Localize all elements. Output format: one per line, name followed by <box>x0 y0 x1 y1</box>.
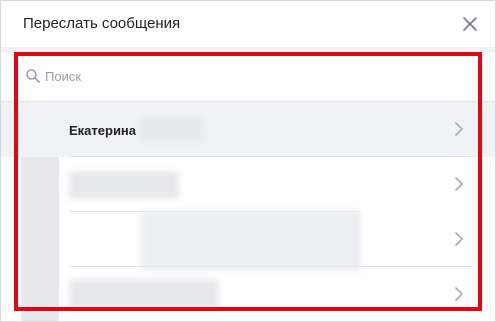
dialog-title: Переслать сообщения <box>23 15 181 32</box>
blurred-contact <box>69 279 219 309</box>
search-icon <box>26 69 40 83</box>
list-item[interactable] <box>1 267 495 321</box>
list-item[interactable] <box>1 212 495 267</box>
list-item[interactable]: Екатерина <box>1 102 495 157</box>
chevron-right-icon <box>455 287 463 301</box>
dialog-header: Переслать сообщения <box>1 1 495 47</box>
chevron-right-icon <box>455 232 463 246</box>
list-item[interactable] <box>1 157 495 212</box>
forward-messages-dialog: Переслать сообщения Екатерина <box>0 0 496 322</box>
chevron-right-icon <box>455 177 463 191</box>
close-button[interactable] <box>460 14 480 34</box>
contact-name: Екатерина <box>69 123 137 138</box>
blurred-surname <box>139 118 203 142</box>
search-input[interactable] <box>45 63 465 89</box>
close-icon <box>463 17 477 31</box>
blurred-contact <box>69 171 179 199</box>
chevron-right-icon <box>455 122 463 136</box>
